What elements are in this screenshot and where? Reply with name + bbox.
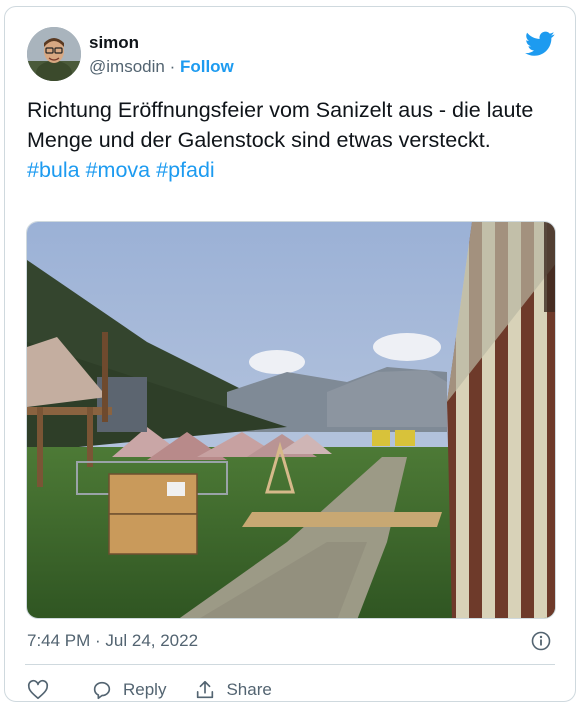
timestamp[interactable]: 7:44 PM · Jul 24, 2022 [27,631,198,651]
separator: · [164,57,180,76]
share-button[interactable]: Share [194,679,272,701]
avatar-image [27,27,81,81]
hashtag-mova[interactable]: #mova [86,158,151,182]
author-handle[interactable]: @imsodin [89,57,165,76]
twitter-bird-icon[interactable] [525,31,555,57]
heart-icon [27,679,49,700]
divider [25,664,555,665]
tweet-text: Richtung Eröffnungsfeier vom Sanizelt au… [27,98,534,152]
follow-button[interactable]: Follow [180,57,234,76]
action-bar: Reply Share [27,679,300,701]
share-icon [197,680,214,699]
author-handle-row: @imsodin · Follow [89,57,234,77]
reply-label: Reply [123,680,167,699]
avatar[interactable] [27,27,81,81]
tweet-card: simon @imsodin · Follow Richtung Eröffnu… [4,6,576,702]
hashtag-pfadi[interactable]: #pfadi [156,158,215,182]
camp-photo [27,222,555,618]
like-button[interactable] [27,679,49,701]
hashtags: #bula #mova #pfadi [27,155,547,185]
tweet-photo[interactable] [26,221,556,619]
author-name[interactable]: simon [89,33,139,53]
info-icon[interactable] [531,631,551,651]
tweet-text-block: Richtung Eröffnungsfeier vom Sanizelt au… [27,95,547,185]
reply-icon [93,681,111,700]
reply-button[interactable]: Reply [91,679,166,701]
hashtag-bula[interactable]: #bula [27,158,80,182]
share-label: Share [226,680,272,699]
